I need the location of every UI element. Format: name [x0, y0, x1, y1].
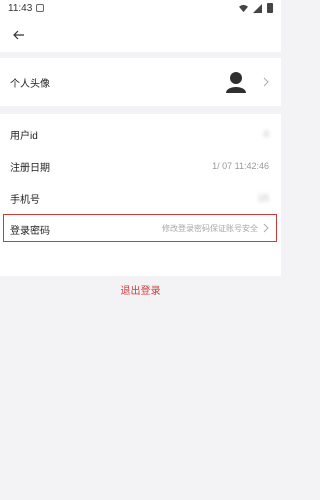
register-date-label: 注册日期: [10, 162, 50, 174]
phone-label: 手机号: [10, 194, 40, 206]
back-button[interactable]: [8, 24, 30, 46]
user-id-row: 用户id 4: [0, 118, 281, 150]
notification-icon: [36, 4, 44, 12]
top-bar: [0, 18, 281, 52]
register-date-row: 注册日期 1/ 07 11:42:46: [0, 150, 281, 182]
battery-icon: [267, 3, 273, 13]
status-time: 11:43: [8, 3, 33, 14]
logout-button[interactable]: 退出登录: [0, 282, 281, 297]
avatar-icon: [226, 72, 246, 93]
signal-icon: [253, 3, 262, 13]
info-block: 用户id 4 注册日期 1/ 07 11:42:46 手机号 15: [0, 114, 281, 276]
arrow-left-icon: [13, 30, 24, 40]
avatar-label: 个人头像: [10, 78, 50, 90]
phone-row: 手机号 15: [0, 182, 281, 214]
wifi-icon: [239, 4, 248, 12]
password-hint: 修改登录密码保证账号安全: [162, 224, 258, 233]
register-date-value: 1/ 07 11:42:46: [212, 161, 269, 171]
user-id-value: 4: [263, 129, 269, 139]
password-row[interactable]: 登录密码 修改登录密码保证账号安全: [3, 214, 277, 242]
user-id-label: 用户id: [10, 130, 38, 142]
password-label: 登录密码: [10, 226, 50, 237]
status-bar: 11:43: [0, 0, 281, 18]
phone-value: 15: [257, 193, 269, 203]
avatar-row[interactable]: 个人头像: [0, 58, 281, 106]
chevron-right-icon: [263, 77, 269, 87]
chevron-right-icon: [263, 223, 269, 233]
